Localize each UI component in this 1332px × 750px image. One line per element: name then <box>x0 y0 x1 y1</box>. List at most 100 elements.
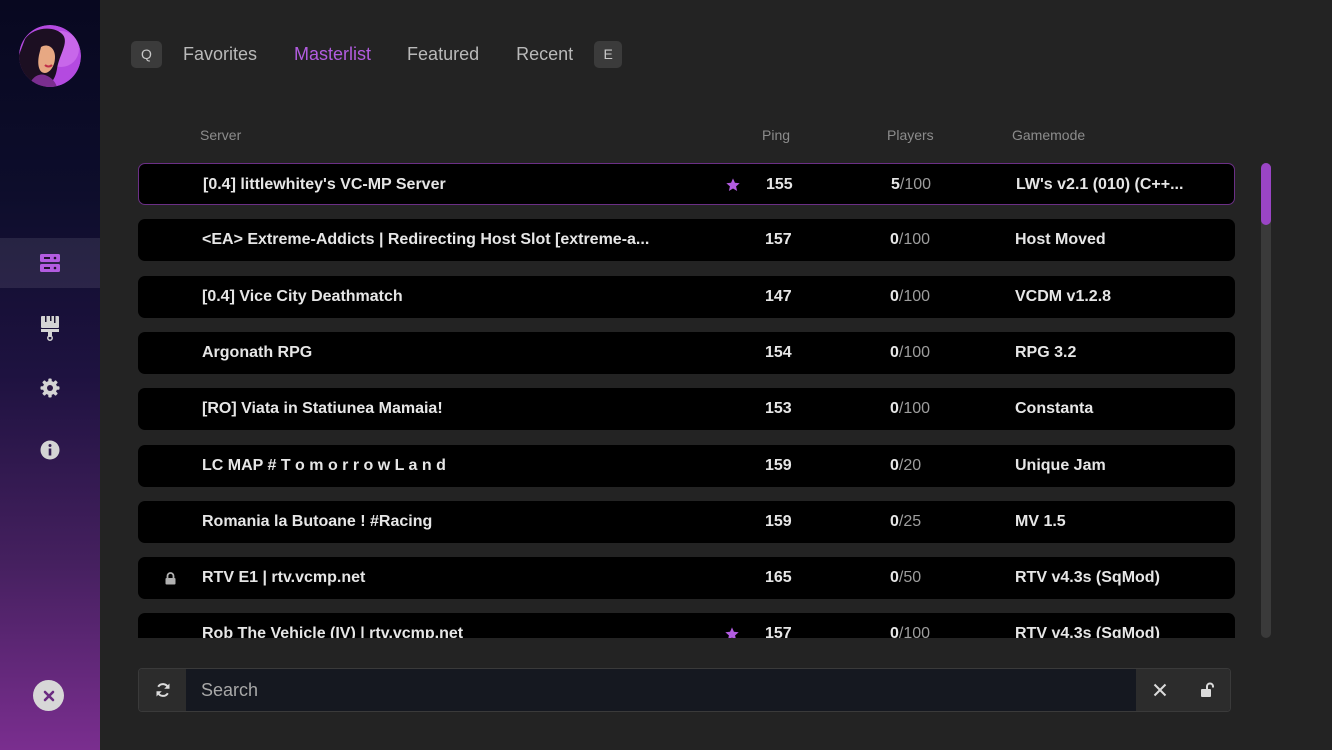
server-players: 0/100 <box>890 276 930 318</box>
close-button[interactable] <box>33 680 64 711</box>
server-gamemode: VCDM v1.2.8 <box>1015 288 1112 305</box>
players-max: /50 <box>898 569 922 586</box>
server-gamemode: RPG 3.2 <box>1015 344 1077 361</box>
server-name: [RO] Viata in Statiunea Mamaia! <box>202 400 443 417</box>
lock-icon <box>165 557 176 599</box>
lock-filter-button[interactable] <box>1183 669 1230 711</box>
players-current: 0 <box>890 569 899 586</box>
players-current: 0 <box>890 625 899 638</box>
avatar[interactable] <box>19 25 81 87</box>
favorite-star-icon[interactable] <box>725 164 741 206</box>
server-gamemode: Constanta <box>1015 400 1094 417</box>
players-max: /100 <box>898 400 931 417</box>
players-current: 0 <box>890 231 899 248</box>
scrollbar[interactable] <box>1261 163 1271 638</box>
players-current: 0 <box>890 513 899 530</box>
server-players: 0/20 <box>890 445 921 487</box>
server-name: Romania la Butoane ! #Racing <box>202 513 433 530</box>
players-current: 0 <box>890 288 899 305</box>
server-ping: 159 <box>765 513 792 530</box>
search-bar <box>138 668 1231 712</box>
column-header-server[interactable]: Server <box>200 127 241 143</box>
server-icon <box>40 254 60 272</box>
column-header-players[interactable]: Players <box>887 127 934 143</box>
server-row[interactable]: <EA> Extreme-Addicts | Redirecting Host … <box>138 219 1235 261</box>
server-ping: 165 <box>765 569 792 586</box>
server-ping: 153 <box>765 400 792 417</box>
next-tab-key[interactable]: E <box>594 40 623 68</box>
server-name: LC MAP # T o m o r r o w L a n d <box>202 457 446 474</box>
server-row[interactable]: Romania la Butoane ! #Racing 159 0/25 MV 1.… <box>138 501 1235 543</box>
server-name: RTV E1 | rtv.vcmp.net <box>202 569 366 586</box>
column-header-ping[interactable]: Ping <box>762 127 790 143</box>
players-current: 0 <box>890 344 899 361</box>
server-name: [0.4] Vice City Deathmatch <box>202 288 403 305</box>
sidebar-item-about[interactable] <box>0 425 100 475</box>
server-ping: 159 <box>765 457 792 474</box>
tab-favorites[interactable]: Favorites <box>183 44 257 65</box>
server-row[interactable]: RTV E1 | rtv.vcmp.net 165 0/50 RTV v4.3s (S… <box>138 557 1235 599</box>
refresh-icon <box>156 683 169 697</box>
tab-featured[interactable]: Featured <box>407 44 479 65</box>
search-input[interactable] <box>186 669 1136 711</box>
unlock-icon <box>1201 682 1214 697</box>
players-current: 5 <box>891 176 900 193</box>
sidebar <box>0 0 100 750</box>
server-players: 0/100 <box>890 613 930 638</box>
prev-tab-key[interactable]: Q <box>131 40 162 68</box>
close-icon <box>1153 683 1166 697</box>
server-ping: 157 <box>765 625 792 638</box>
server-players: 0/100 <box>890 219 930 261</box>
server-ping: 155 <box>766 176 793 193</box>
info-icon <box>40 440 60 460</box>
server-gamemode: Unique Jam <box>1015 457 1106 474</box>
server-name: Rob The Vehicle (IV) | rtv.vcmp.net <box>202 625 464 638</box>
tab-recent[interactable]: Recent <box>516 44 573 65</box>
players-max: /100 <box>898 288 931 305</box>
server-players: 0/100 <box>890 332 930 374</box>
server-ping: 157 <box>765 231 792 248</box>
server-row[interactable]: [RO] Viata in Statiunea Mamaia! 153 0/100 C… <box>138 388 1235 430</box>
players-max: /20 <box>898 457 922 474</box>
close-icon <box>43 690 54 701</box>
server-gamemode: LW's v2.1 (010) (C++... <box>1016 176 1184 193</box>
tab-masterlist[interactable]: Masterlist <box>294 44 371 65</box>
sidebar-item-servers[interactable] <box>0 238 100 288</box>
refresh-button[interactable] <box>139 669 186 711</box>
tab-bar: Q Favorites Masterlist Featured Recent E <box>131 40 623 68</box>
gear-icon <box>40 378 60 398</box>
server-players: 0/100 <box>890 388 930 430</box>
server-name: Argonath RPG <box>202 344 313 361</box>
server-ping: 154 <box>765 344 792 361</box>
server-players: 0/50 <box>890 557 921 599</box>
players-max: /100 <box>898 344 931 361</box>
server-gamemode: RTV v4.3s (SqMod) <box>1015 625 1160 638</box>
players-max: /100 <box>898 625 931 638</box>
favorite-star-icon[interactable] <box>724 613 740 638</box>
server-row[interactable]: Rob The Vehicle (IV) | rtv.vcmp.net 157 0/… <box>138 613 1235 638</box>
scrollbar-thumb[interactable] <box>1261 163 1271 225</box>
server-row[interactable]: Argonath RPG 154 0/100 RPG 3.2 <box>138 332 1235 374</box>
user-avatar-icon <box>19 25 81 87</box>
server-players: 0/25 <box>890 501 921 543</box>
server-ping: 147 <box>765 288 792 305</box>
server-list[interactable]: [0.4] littlewhitey's VC-MP Server 155 5/10… <box>138 163 1235 638</box>
players-max: /100 <box>898 231 931 248</box>
players-current: 0 <box>890 457 899 474</box>
server-row[interactable]: LC MAP # T o m o r r o w L a n d 159 0/20 U… <box>138 445 1235 487</box>
server-row[interactable]: [0.4] Vice City Deathmatch 147 0/100 VCDM v… <box>138 276 1235 318</box>
server-players: 5/100 <box>891 164 931 206</box>
clear-search-button[interactable] <box>1136 669 1183 711</box>
sidebar-item-mods[interactable] <box>0 303 100 353</box>
brush-icon <box>41 316 59 341</box>
sidebar-item-settings[interactable] <box>0 363 100 413</box>
server-name: <EA> Extreme-Addicts | Redirecting Host … <box>202 231 650 248</box>
players-max: /100 <box>899 176 932 193</box>
server-gamemode: Host Moved <box>1015 231 1106 248</box>
server-gamemode: RTV v4.3s (SqMod) <box>1015 569 1160 586</box>
players-max: /25 <box>898 513 922 530</box>
players-current: 0 <box>890 400 899 417</box>
server-row[interactable]: [0.4] littlewhitey's VC-MP Server 155 5/10… <box>138 163 1235 205</box>
column-header-gamemode[interactable]: Gamemode <box>1012 127 1085 143</box>
server-gamemode: MV 1.5 <box>1015 513 1066 530</box>
